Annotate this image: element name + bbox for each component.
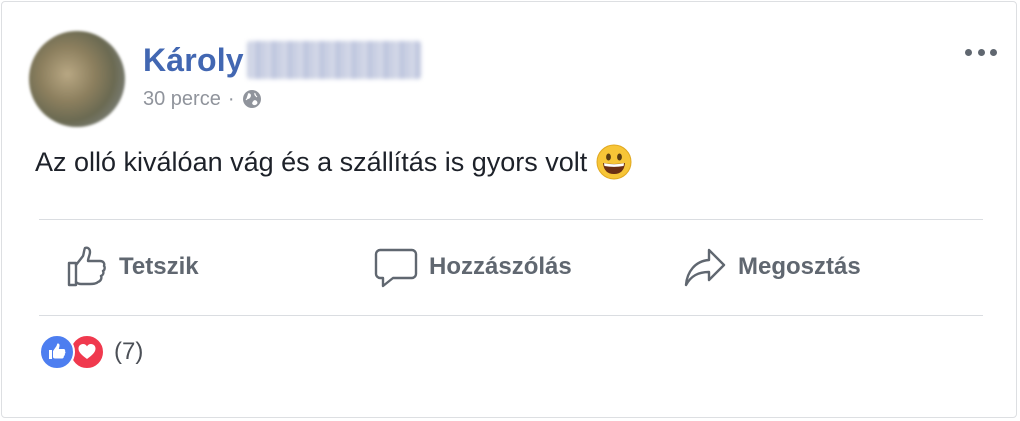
author-row: Károly (143, 38, 421, 82)
comment-button[interactable]: Hozzászólás (373, 232, 572, 302)
avatar[interactable] (29, 31, 125, 127)
like-reaction-icon (39, 334, 75, 370)
share-label: Megosztás (738, 253, 861, 280)
blurred-surname (246, 41, 421, 79)
post-meta: 30 perce · (143, 86, 262, 112)
more-dot (977, 48, 985, 56)
action-bar: Tetszik Hozzászólás Megosztás (39, 232, 983, 302)
reactions-summary[interactable]: (7) (39, 334, 143, 370)
comment-label: Hozzászólás (429, 253, 572, 280)
grinning-face-emoji (596, 144, 632, 180)
meta-separator: · (227, 87, 235, 110)
post-timestamp[interactable]: 30 perce (143, 88, 221, 111)
globe-icon[interactable] (242, 89, 262, 109)
share-arrow-icon (684, 248, 726, 287)
post-message: Az olló kiválóan vág és a szállítás is g… (35, 146, 588, 177)
divider-top (39, 219, 983, 220)
more-dot (990, 48, 997, 56)
comment-icon (374, 248, 418, 288)
share-button[interactable]: Megosztás (682, 232, 861, 302)
divider-bottom (39, 315, 983, 316)
thumbs-up-icon (67, 246, 106, 287)
post-card: Károly 30 perce · Az olló kiválóan vág é… (1, 1, 1017, 418)
author-name[interactable]: Károly (143, 42, 244, 79)
more-dot (965, 48, 972, 56)
reaction-count[interactable]: (7) (114, 338, 143, 366)
post-text: Az olló kiválóan vág és a szállítás is g… (35, 144, 632, 180)
like-button[interactable]: Tetszik (65, 232, 199, 302)
more-options-icon[interactable] (965, 42, 997, 62)
like-label: Tetszik (119, 253, 199, 280)
